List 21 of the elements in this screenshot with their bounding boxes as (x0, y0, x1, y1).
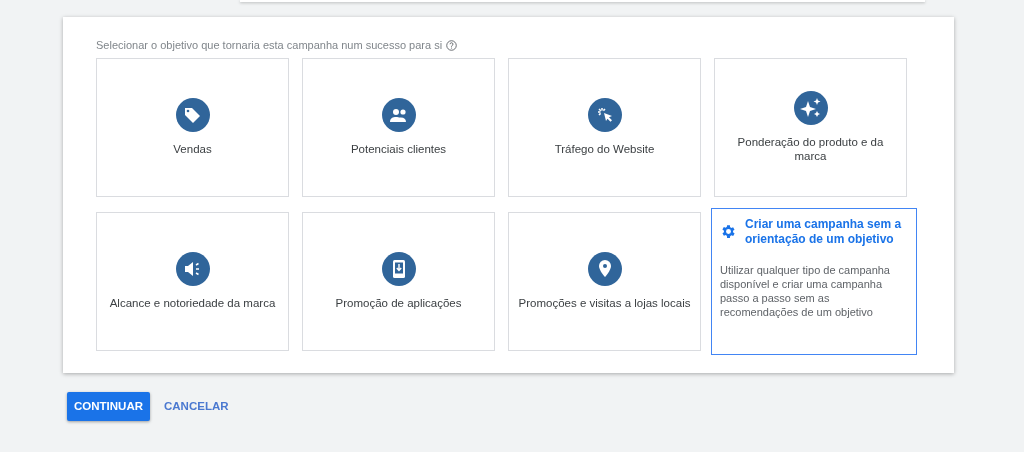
phone-download-icon (381, 252, 416, 286)
cancel-button[interactable]: CANCELAR (162, 397, 231, 416)
custom-campaign-title: Criar uma campanha sem a orientação de um objetivo (745, 216, 903, 247)
gear-icon (720, 222, 737, 240)
cursor-icon (587, 98, 622, 132)
objective-prompt: Selecionar o objetivo que tornaria esta campanha num sucesso para si (96, 38, 443, 53)
objective-tile[interactable]: Promoções e visitas a lojas locais (508, 211, 701, 351)
megaphone-icon (175, 252, 210, 286)
tag-icon (175, 98, 210, 132)
people-icon (381, 98, 416, 132)
objective-tile[interactable]: Alcance e notoriedade da marca (96, 211, 289, 351)
objective-tile[interactable]: Ponderação do produto e da marca (714, 57, 907, 197)
continue-button[interactable]: CONTINUAR (67, 392, 150, 421)
location-pin-icon (587, 252, 622, 286)
objective-tile[interactable]: Tráfego do Website (508, 57, 701, 197)
objective-tile[interactable]: Promoção de aplicações (302, 211, 495, 351)
objective-tile[interactable]: Vendas (96, 57, 289, 197)
custom-campaign-tile[interactable]: Criar uma campanha sem a orientação de um objetivo Utilizar qualquer tipo de campanha disponível e criar uma campanha passo a passo sem as recomendações de um objetivo (711, 207, 917, 355)
sparkle-icon (793, 91, 828, 125)
custom-campaign-description: Utilizar qualquer tipo de campanha disponível e criar uma campanha passo a passo sem as recomendações de um objetivo (720, 262, 891, 319)
objective-tile[interactable]: Potenciais clientes (302, 57, 495, 197)
